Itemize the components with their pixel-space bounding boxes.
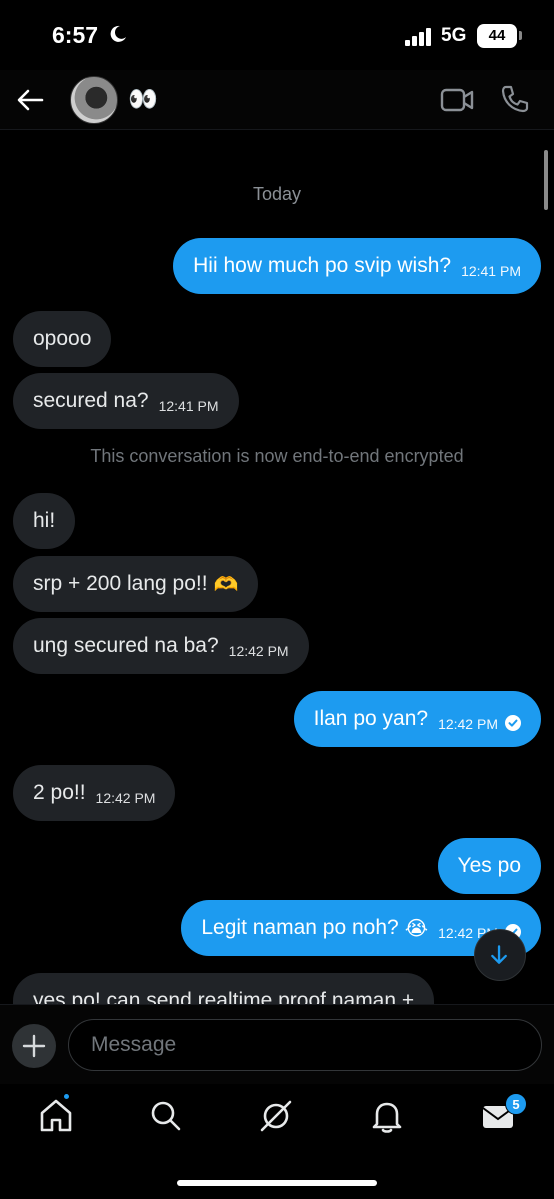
status-bar: 6:57 5G 44 [0, 0, 554, 70]
message-bubble-outgoing[interactable]: Yes po [437, 838, 541, 894]
search-icon[interactable] [146, 1096, 186, 1136]
message-timestamp: 12:42 PM [438, 716, 498, 732]
add-media-button[interactable] [12, 1024, 56, 1068]
arrow-down-icon [491, 945, 507, 964]
message-bubble-incoming[interactable]: ung secured na ba? 12:42 PM [13, 618, 309, 674]
message-text: Yes po [457, 854, 521, 877]
message-bubble-outgoing[interactable]: Ilan po yan? 12:42 PM [293, 691, 541, 747]
read-check-icon [505, 715, 521, 731]
messages-badge: 5 [505, 1093, 527, 1115]
home-notification-dot [62, 1092, 71, 1101]
message-text: 2 po!! [33, 781, 86, 804]
message-bubble-incoming[interactable]: opooo [13, 311, 112, 367]
message-timestamp: 12:41 PM [461, 263, 521, 279]
bottom-tab-bar: 5 [0, 1084, 554, 1199]
signal-icon [405, 28, 431, 46]
back-arrow-icon[interactable] [14, 84, 46, 116]
battery-tip [519, 31, 522, 40]
status-time: 6:57 [52, 22, 99, 48]
message-composer [0, 1004, 554, 1084]
message-bubble-incoming[interactable]: 2 po!! 12:42 PM [13, 765, 176, 821]
message-text: srp + 200 lang po!! [33, 572, 208, 595]
encryption-notice: This conversation is now end-to-end encr… [90, 446, 464, 466]
message-text: hi! [33, 509, 56, 532]
moon-icon [110, 25, 126, 42]
message-bubble-incoming[interactable]: hi! [13, 493, 76, 549]
grok-icon[interactable] [256, 1096, 296, 1136]
contact-name[interactable]: 👀 [128, 86, 158, 114]
message-bubble-outgoing[interactable]: Hii how much po svip wish? 12:41 PM [173, 238, 541, 294]
video-call-icon[interactable] [440, 85, 474, 115]
message-text: Hii how much po svip wish? [193, 254, 452, 277]
home-indicator [177, 1180, 377, 1186]
conversation-header: 👀 [0, 70, 554, 130]
phone-call-icon[interactable] [500, 84, 530, 114]
crying-face-emoji: 😭 [404, 916, 429, 940]
message-timestamp: 12:42 PM [228, 643, 289, 659]
message-bubble-incoming[interactable]: secured na? 12:41 PM [13, 373, 239, 429]
network-label: 5G [441, 25, 467, 46]
message-timestamp: 12:41 PM [158, 398, 219, 414]
message-text: Legit naman po noh? [201, 916, 399, 939]
plus-icon [22, 1034, 46, 1058]
heart-hands-emoji: 🫶 [213, 572, 239, 596]
message-text: secured na? [33, 389, 149, 412]
avatar[interactable] [70, 76, 118, 124]
message-input[interactable] [68, 1019, 542, 1071]
message-bubble-incoming[interactable]: srp + 200 lang po!! 🫶 [13, 556, 259, 612]
battery-indicator: 44 [477, 24, 517, 48]
scroll-to-bottom-button[interactable] [474, 929, 526, 981]
home-icon[interactable] [36, 1096, 76, 1136]
message-text: opooo [33, 327, 92, 350]
message-text: ung secured na ba? [33, 634, 219, 657]
message-text: Ilan po yan? [313, 707, 429, 730]
day-separator: Today [252, 184, 302, 204]
notifications-bell-icon[interactable] [367, 1096, 407, 1136]
message-timestamp: 12:42 PM [95, 790, 156, 806]
